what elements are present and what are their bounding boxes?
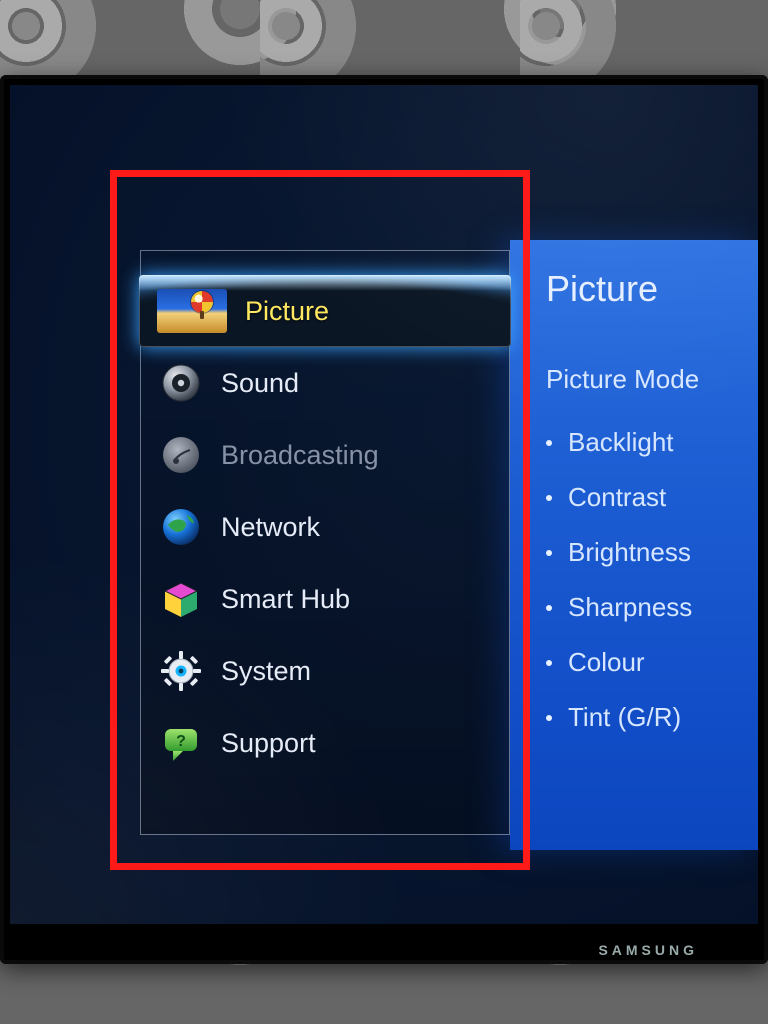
svg-text:?: ? — [176, 733, 186, 750]
menu-item-label: Network — [221, 512, 320, 543]
detail-option-tint[interactable]: Tint (G/R) — [546, 690, 730, 745]
menu-item-sound[interactable]: Sound — [141, 347, 509, 419]
menu-item-system[interactable]: System — [141, 635, 509, 707]
tv-brand: SAMSUNG — [598, 942, 698, 958]
help-icon: ? — [159, 721, 203, 765]
main-menu: Picture — [140, 250, 510, 835]
detail-option-sharpness[interactable]: Sharpness — [546, 580, 730, 635]
detail-options: Backlight Contrast Brightness Sharpness … — [546, 415, 730, 745]
gear-icon — [159, 649, 203, 693]
menu-item-network[interactable]: Network — [141, 491, 509, 563]
menu-item-picture[interactable]: Picture — [139, 275, 511, 347]
picture-icon — [157, 289, 227, 333]
detail-option-backlight[interactable]: Backlight — [546, 415, 730, 470]
menu-item-label: System — [221, 656, 311, 687]
menu-item-label: Smart Hub — [221, 584, 350, 615]
detail-option-colour[interactable]: Colour — [546, 635, 730, 690]
detail-option-contrast[interactable]: Contrast — [546, 470, 730, 525]
speaker-icon — [159, 361, 203, 405]
detail-option-brightness[interactable]: Brightness — [546, 525, 730, 580]
detail-subtitle[interactable]: Picture Mode — [546, 364, 730, 395]
detail-panel: Picture Picture Mode Backlight Contrast … — [510, 240, 758, 850]
detail-title: Picture — [546, 268, 730, 310]
menu-item-label: Support — [221, 728, 316, 759]
menu-item-support[interactable]: ? Support — [141, 707, 509, 779]
globe-icon — [159, 505, 203, 549]
satellite-icon — [159, 433, 203, 477]
menu-item-label: Broadcasting — [221, 440, 379, 471]
cube-icon — [159, 577, 203, 621]
menu-item-label: Picture — [245, 296, 329, 327]
menu-item-label: Sound — [221, 368, 299, 399]
menu-item-smart-hub[interactable]: Smart Hub — [141, 563, 509, 635]
tv-frame: Picture Picture Mode Backlight Contrast … — [0, 75, 768, 964]
tv-screen: Picture Picture Mode Backlight Contrast … — [10, 85, 758, 924]
menu-item-broadcasting: Broadcasting — [141, 419, 509, 491]
